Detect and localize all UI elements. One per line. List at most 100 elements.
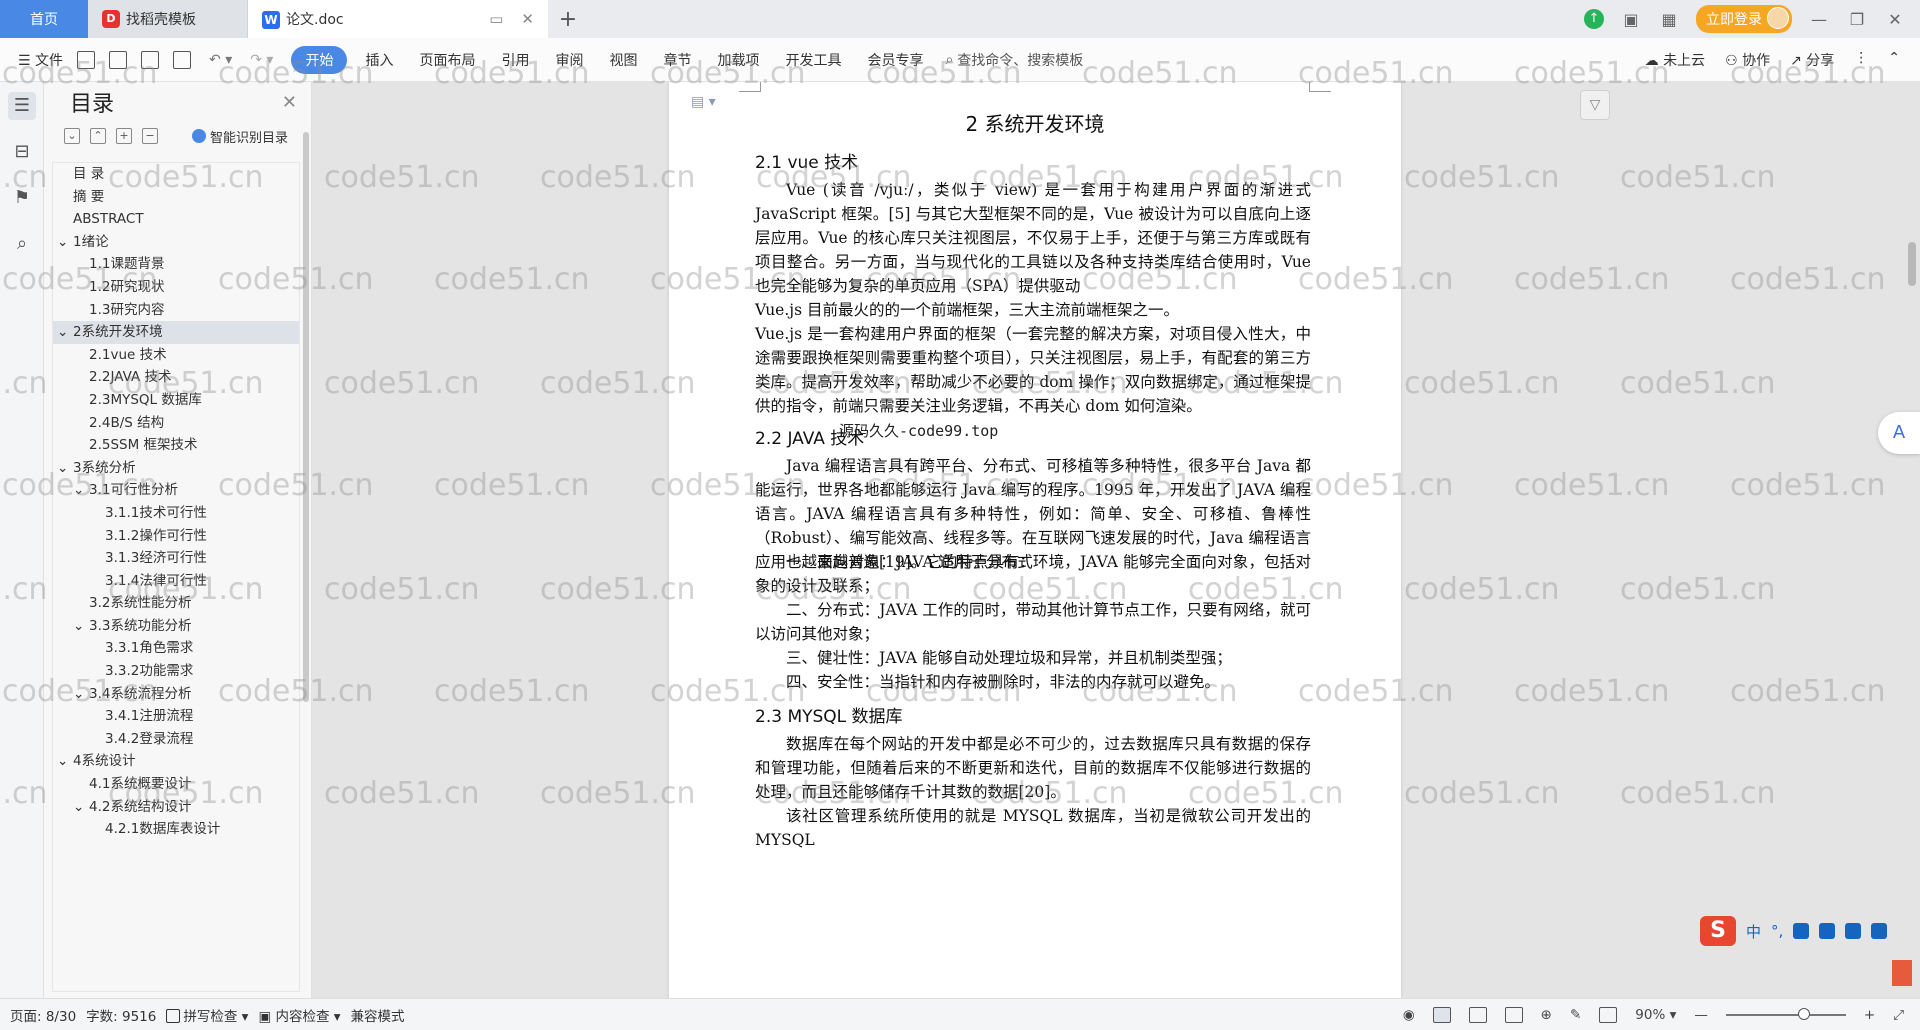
- tab-chapter[interactable]: 章节: [663, 50, 691, 70]
- feedback-icon[interactable]: [1892, 960, 1912, 986]
- tab-developer[interactable]: 开发工具: [785, 50, 841, 70]
- cloud-status[interactable]: ☁ 未上云: [1645, 50, 1705, 70]
- toc-item[interactable]: ABSTRACT: [53, 208, 299, 231]
- update-icon[interactable]: ↑: [1584, 9, 1604, 29]
- tab-page-layout[interactable]: 页面布局: [419, 50, 475, 70]
- toc-item[interactable]: 3.2系统性能分析: [53, 592, 299, 615]
- toolbox-icon[interactable]: [1871, 923, 1888, 939]
- toc-item[interactable]: 3.1.3经济可行性: [53, 547, 299, 570]
- toc-item[interactable]: ⌄ 3系统分析: [53, 457, 299, 480]
- toc-scrollbar[interactable]: [303, 132, 309, 702]
- toc-item[interactable]: ⌄ 4系统设计: [53, 750, 299, 773]
- close-window-icon[interactable]: ✕: [1884, 10, 1906, 29]
- content-check[interactable]: ▣ 内容检查 ▾: [258, 1005, 340, 1025]
- toc-item[interactable]: 4.2.1数据库表设计: [53, 818, 299, 841]
- smart-toc-button[interactable]: 智能识别目录: [192, 127, 288, 146]
- tab-start[interactable]: 开始: [291, 45, 348, 74]
- toc-item[interactable]: 3.3.1角色需求: [53, 637, 299, 660]
- tab-home[interactable]: 首页: [0, 0, 88, 38]
- chevron-down-icon[interactable]: ⌄: [73, 479, 89, 502]
- collapse-icon[interactable]: ⌃: [90, 128, 106, 144]
- save-icon[interactable]: [77, 50, 96, 69]
- page-view-icon[interactable]: [1432, 1006, 1451, 1023]
- toc-item[interactable]: 3.1.2操作可行性: [53, 525, 299, 548]
- close-icon[interactable]: ✕: [282, 92, 297, 113]
- zoom-slider-knob[interactable]: [1797, 1007, 1810, 1020]
- toc-item[interactable]: 3.4.1注册流程: [53, 705, 299, 728]
- skin-icon[interactable]: [1845, 923, 1862, 939]
- tab-document[interactable]: W 论文.doc ▭ ✕: [248, 0, 548, 38]
- page-count[interactable]: 页面: 8/30: [10, 1005, 76, 1025]
- document-scrollbar[interactable]: [1908, 242, 1916, 286]
- tab-insert[interactable]: 插入: [365, 50, 393, 70]
- zoom-slider[interactable]: [1725, 1007, 1846, 1020]
- fullscreen-icon[interactable]: ⤢: [1893, 1007, 1904, 1023]
- find-icon[interactable]: ⌕: [8, 230, 36, 258]
- tab-member[interactable]: 会员专享: [867, 50, 923, 70]
- chevron-down-icon[interactable]: ⌄: [73, 683, 89, 706]
- toc-item[interactable]: 2.4B/S 结构: [53, 412, 299, 435]
- apps-grid-icon[interactable]: ▦: [1658, 10, 1680, 29]
- zoom-in-icon[interactable]: +: [1864, 1007, 1875, 1023]
- toc-item[interactable]: 3.3.2功能需求: [53, 660, 299, 683]
- filter-icon[interactable]: ▽: [1580, 90, 1610, 120]
- remove-heading-icon[interactable]: −: [142, 128, 158, 144]
- collapse-ribbon-icon[interactable]: ⌃: [1888, 50, 1900, 70]
- ai-assistant-icon[interactable]: A: [1878, 412, 1920, 454]
- sogou-icon[interactable]: S: [1700, 916, 1736, 946]
- command-search[interactable]: ⌕ 查找命令、搜索模板: [945, 50, 1083, 70]
- toc-item[interactable]: 2.3MYSQL 数据库: [53, 389, 299, 412]
- toc-item[interactable]: 1.1课题背景: [53, 253, 299, 276]
- float-window-icon[interactable]: ▭: [489, 10, 503, 28]
- chevron-down-icon[interactable]: ⌄: [57, 231, 73, 254]
- toc-item[interactable]: 目 录: [53, 163, 299, 186]
- web-view-icon[interactable]: ⊕: [1541, 1007, 1552, 1023]
- ime-language[interactable]: 中: [1746, 921, 1761, 942]
- toc-item[interactable]: 3.4.2登录流程: [53, 728, 299, 751]
- toc-item[interactable]: ⌄ 4.2系统结构设计: [53, 796, 299, 819]
- eye-protection-icon[interactable]: ◉: [1403, 1007, 1415, 1023]
- zoom-level[interactable]: 90% ▾: [1635, 1007, 1676, 1023]
- reading-view-icon[interactable]: [1504, 1006, 1523, 1023]
- undo-icon[interactable]: ↶ ▾: [209, 52, 232, 68]
- pen-icon[interactable]: ✎: [1570, 1007, 1581, 1023]
- redo-icon[interactable]: ↷ ▾: [250, 52, 273, 68]
- toc-item[interactable]: ⌄ 2系统开发环境: [53, 321, 299, 344]
- toc-item[interactable]: ⌄ 3.4系统流程分析: [53, 683, 299, 706]
- keyboard-icon[interactable]: [1819, 923, 1836, 939]
- add-heading-icon[interactable]: +: [116, 128, 132, 144]
- navigation-icon[interactable]: ⊟: [8, 138, 36, 166]
- toc-item[interactable]: 2.1vue 技术: [53, 344, 299, 367]
- chevron-down-icon[interactable]: ⌄: [73, 796, 89, 819]
- bookmark-icon[interactable]: ⚑: [8, 184, 36, 212]
- more-icon[interactable]: ⋮: [1854, 50, 1868, 70]
- tab-references[interactable]: 引用: [501, 50, 529, 70]
- punctuation-icon[interactable]: °,: [1771, 922, 1783, 940]
- toc-item[interactable]: 3.1.4法律可行性: [53, 570, 299, 593]
- chevron-down-icon[interactable]: ⌄: [57, 750, 73, 773]
- zoom-out-icon[interactable]: —: [1694, 1007, 1708, 1023]
- export-icon[interactable]: [109, 50, 128, 69]
- toc-item[interactable]: 1.2研究现状: [53, 276, 299, 299]
- toc-item[interactable]: ⌄ 3.3系统功能分析: [53, 615, 299, 638]
- toc-item[interactable]: 1.3研究内容: [53, 299, 299, 322]
- chevron-down-icon[interactable]: ⌄: [57, 457, 73, 480]
- print-preview-icon[interactable]: [173, 50, 192, 69]
- close-tab-icon[interactable]: ✕: [521, 10, 534, 28]
- new-tab-button[interactable]: +: [548, 7, 588, 32]
- toc-panel-icon[interactable]: ☰: [8, 92, 36, 120]
- toc-item[interactable]: 4.1系统概要设计: [53, 773, 299, 796]
- tab-template[interactable]: D 找稻壳模板: [88, 0, 248, 38]
- expand-icon[interactable]: ⌄: [64, 128, 80, 144]
- chevron-down-icon[interactable]: ⌄: [73, 615, 89, 638]
- document-page[interactable]: ▤ ▾ 2 系统开发环境 2.1 vue 技术 Vue (读音 /vjuː/，类…: [669, 82, 1401, 998]
- word-count[interactable]: 字数: 9516: [86, 1005, 156, 1025]
- restore-icon[interactable]: ❐: [1846, 10, 1868, 29]
- outline-view-icon[interactable]: [1468, 1006, 1487, 1023]
- toc-item[interactable]: 2.5SSM 框架技术: [53, 434, 299, 457]
- minimize-icon[interactable]: —: [1808, 10, 1830, 29]
- share-button[interactable]: ↗ 分享: [1790, 50, 1834, 70]
- login-button[interactable]: 立即登录: [1696, 5, 1792, 33]
- print-icon[interactable]: [141, 50, 160, 69]
- toc-item[interactable]: 2.2JAVA 技术: [53, 366, 299, 389]
